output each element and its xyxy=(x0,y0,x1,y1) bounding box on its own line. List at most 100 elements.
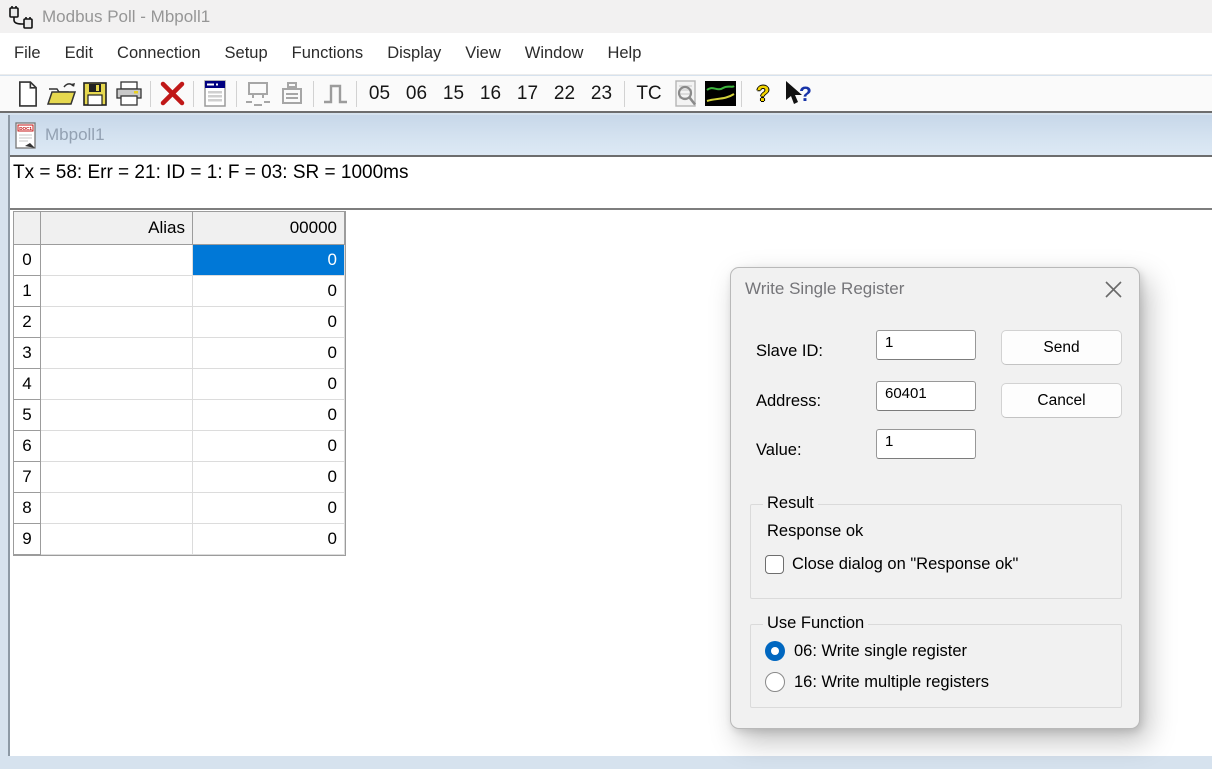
child-titlebar[interactable]: DOC1 Mbpoll1 xyxy=(10,115,1212,157)
dialog-title: Write Single Register xyxy=(745,279,904,299)
row-header-cell[interactable]: 0 xyxy=(14,245,41,276)
menu-item[interactable]: Help xyxy=(595,33,653,74)
use-function-group-label: Use Function xyxy=(763,614,868,633)
new-file-icon[interactable] xyxy=(10,79,44,109)
menu-item[interactable]: Display xyxy=(375,33,453,74)
communication-log-icon[interactable] xyxy=(669,79,703,109)
toolbar-separator xyxy=(313,81,314,107)
toolbar-separator xyxy=(193,81,194,107)
function-06-radio-row: 06: Write single register xyxy=(765,641,967,661)
grid-value-header[interactable]: 00000 xyxy=(193,212,345,245)
row-header-cell[interactable]: 6 xyxy=(14,431,41,462)
function-button[interactable]: 23 xyxy=(583,83,620,105)
alias-cell[interactable] xyxy=(41,276,193,307)
grid-row: 2 0 xyxy=(14,307,345,338)
value-cell[interactable]: 0 xyxy=(193,493,345,524)
row-header-cell[interactable]: 1 xyxy=(14,276,41,307)
row-header-cell[interactable]: 2 xyxy=(14,307,41,338)
menu-item[interactable]: Functions xyxy=(280,33,376,74)
chart-icon[interactable] xyxy=(703,79,737,109)
function-button[interactable]: 17 xyxy=(509,83,546,105)
close-icon[interactable] xyxy=(1102,278,1124,300)
toolbar-separator xyxy=(150,81,151,107)
menu-item[interactable]: View xyxy=(453,33,512,74)
function-button[interactable]: 05 xyxy=(361,83,398,105)
row-header-cell[interactable]: 9 xyxy=(14,524,41,555)
cancel-button[interactable]: Cancel xyxy=(1001,383,1122,418)
context-help-icon[interactable]: ? xyxy=(780,79,814,109)
grid-row: 1 0 xyxy=(14,276,345,307)
alias-cell[interactable] xyxy=(41,307,193,338)
row-header-cell[interactable]: 4 xyxy=(14,369,41,400)
help-icon[interactable]: ? xyxy=(746,79,780,109)
row-header-cell[interactable]: 5 xyxy=(14,400,41,431)
value-cell[interactable]: 0 xyxy=(193,307,345,338)
close-dialog-checkbox[interactable] xyxy=(765,555,784,574)
address-input[interactable] xyxy=(876,381,976,411)
menu-item[interactable]: Connection xyxy=(105,33,212,74)
value-cell[interactable]: 0 xyxy=(193,338,345,369)
toolbar-separator xyxy=(741,81,742,107)
send-button[interactable]: Send xyxy=(1001,330,1122,365)
value-input[interactable] xyxy=(876,429,976,459)
value-cell[interactable]: 0 xyxy=(193,245,345,276)
menu-item[interactable]: Edit xyxy=(53,33,105,74)
function-16-radio[interactable] xyxy=(765,672,785,692)
menu-item[interactable]: Window xyxy=(513,33,596,74)
stop-icon[interactable] xyxy=(155,79,189,109)
alias-cell[interactable] xyxy=(41,493,193,524)
row-header-cell[interactable]: 7 xyxy=(14,462,41,493)
save-icon[interactable] xyxy=(78,79,112,109)
single-poll-icon[interactable] xyxy=(318,79,352,109)
grid-row: 8 0 xyxy=(14,493,345,524)
grid-alias-header[interactable]: Alias xyxy=(41,212,193,245)
toolbar-separator xyxy=(624,81,625,107)
status-line: Tx = 58: Err = 21: ID = 1: F = 03: SR = … xyxy=(10,157,1212,210)
document-icon: DOC1 xyxy=(14,121,39,150)
read-write-definition-icon[interactable] xyxy=(198,79,232,109)
function-16-radio-row: 16: Write multiple registers xyxy=(765,672,989,692)
register-grid: Alias 00000 0 0 1 xyxy=(13,211,346,556)
value-cell[interactable]: 0 xyxy=(193,524,345,555)
row-header-cell[interactable]: 3 xyxy=(14,338,41,369)
value-cell[interactable]: 0 xyxy=(193,400,345,431)
child-title: Mbpoll1 xyxy=(45,125,105,145)
connect-icon[interactable] xyxy=(241,79,275,109)
row-header-cell[interactable]: 8 xyxy=(14,493,41,524)
titlebar: Modbus Poll - Mbpoll1 xyxy=(0,0,1212,33)
toolbar-separator xyxy=(356,81,357,107)
function-button[interactable]: 15 xyxy=(435,83,472,105)
alias-cell[interactable] xyxy=(41,369,193,400)
grid-corner-header[interactable] xyxy=(14,212,41,245)
close-dialog-checkbox-label: Close dialog on "Response ok" xyxy=(792,555,1018,574)
app-icon xyxy=(8,5,34,29)
value-cell[interactable]: 0 xyxy=(193,276,345,307)
menu-item[interactable]: File xyxy=(2,33,53,74)
svg-text:?: ? xyxy=(799,83,812,106)
value-cell[interactable]: 0 xyxy=(193,431,345,462)
alias-cell[interactable] xyxy=(41,338,193,369)
grid-row: 0 0 xyxy=(14,245,345,276)
disconnect-icon[interactable] xyxy=(275,79,309,109)
alias-cell[interactable] xyxy=(41,431,193,462)
menu-item[interactable]: Setup xyxy=(213,33,280,74)
result-group-label: Result xyxy=(763,494,818,513)
alias-cell[interactable] xyxy=(41,400,193,431)
grid-body: 0 0 1 0 2 xyxy=(14,245,345,555)
value-label: Value: xyxy=(756,441,802,460)
function-button[interactable]: 16 xyxy=(472,83,509,105)
function-16-label: 16: Write multiple registers xyxy=(794,673,989,692)
use-function-groupbox: Use Function 06: Write single register 1… xyxy=(750,624,1122,708)
alias-cell[interactable] xyxy=(41,524,193,555)
alias-cell[interactable] xyxy=(41,462,193,493)
open-file-icon[interactable] xyxy=(44,79,78,109)
test-center-button[interactable]: TC xyxy=(629,83,669,105)
function-button[interactable]: 22 xyxy=(546,83,583,105)
value-cell[interactable]: 0 xyxy=(193,462,345,493)
print-icon[interactable] xyxy=(112,79,146,109)
function-06-radio[interactable] xyxy=(765,641,785,661)
alias-cell[interactable] xyxy=(41,245,193,276)
function-button[interactable]: 06 xyxy=(398,83,435,105)
slave-id-input[interactable] xyxy=(876,330,976,360)
value-cell[interactable]: 0 xyxy=(193,369,345,400)
